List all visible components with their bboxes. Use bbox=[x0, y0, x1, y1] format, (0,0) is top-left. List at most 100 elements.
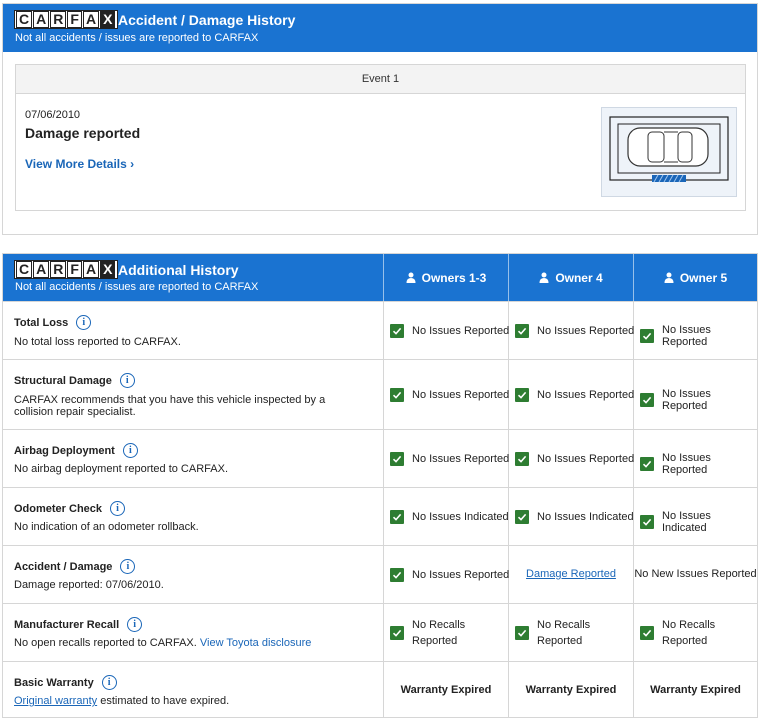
damage-diagram bbox=[601, 107, 737, 197]
toyota-disclosure-link[interactable]: View Toyota disclosure bbox=[200, 637, 312, 649]
info-icon[interactable]: i bbox=[110, 501, 126, 516]
logo-letter: X bbox=[100, 261, 116, 278]
status-text: No Issues Reported bbox=[412, 569, 510, 581]
owner-label: Owner 5 bbox=[679, 270, 728, 285]
status-text: No Issues Reported bbox=[537, 389, 635, 401]
status-cell: No New Issues Reported bbox=[634, 568, 757, 580]
status-text: No Issues Reported bbox=[537, 325, 635, 337]
logo-letter: A bbox=[33, 11, 50, 28]
status-text: No Issues Indicated bbox=[662, 510, 711, 534]
status-text: Warranty Expired bbox=[400, 684, 492, 696]
status-cell: Warranty Expired bbox=[634, 684, 757, 696]
status-text: No Issues Reported bbox=[412, 389, 510, 401]
owner-label: Owner 4 bbox=[555, 270, 603, 285]
additional-history-title: Additional History bbox=[118, 262, 239, 278]
status-text: No Issues Reported bbox=[662, 452, 711, 476]
row-title: Total Loss i bbox=[14, 315, 92, 330]
status-cell: No Issues Reported bbox=[640, 452, 757, 476]
owner-column-header: Owner 4 bbox=[509, 254, 633, 301]
additional-history-header: CARFAX Additional History Not all accide… bbox=[3, 254, 757, 301]
row-title-text: Total Loss bbox=[14, 316, 69, 329]
status-cell: Warranty Expired bbox=[384, 684, 508, 696]
info-icon[interactable]: i bbox=[122, 443, 138, 458]
row-description: No open recalls reported to CARFAX. View… bbox=[14, 637, 359, 649]
row-title-text: Airbag Deployment bbox=[14, 444, 115, 457]
damage-reported-link[interactable]: Damage Reported bbox=[526, 568, 616, 580]
check-icon bbox=[390, 568, 404, 582]
accident-history-title: Accident / Damage History bbox=[118, 12, 296, 28]
row-title: Manufacturer Recall i bbox=[14, 617, 143, 632]
check-icon bbox=[515, 324, 529, 338]
row-description-text: estimated to have expired. bbox=[100, 695, 230, 707]
logo-letter: C bbox=[16, 261, 33, 278]
row-description-text: No open recalls reported to CARFAX. bbox=[14, 637, 197, 649]
status-text: Warranty Expired bbox=[650, 684, 741, 696]
status-cell: No Issues Reported bbox=[390, 324, 509, 338]
status-cell: No Issues Reported bbox=[390, 388, 509, 402]
row-title: Basic Warranty i bbox=[14, 675, 117, 690]
event-date: 07/06/2010 bbox=[25, 109, 81, 121]
check-icon bbox=[515, 452, 529, 466]
info-icon[interactable]: i bbox=[119, 373, 135, 388]
logo-letter: R bbox=[50, 261, 67, 278]
additional-history-subtitle: Not all accidents / issues are reported … bbox=[15, 281, 259, 293]
person-icon bbox=[406, 272, 416, 283]
row-title: Odometer Check i bbox=[14, 501, 126, 516]
status-cell: No Issues Reported bbox=[515, 324, 634, 338]
status-cell: No Issues Reported bbox=[640, 324, 757, 348]
status-text: No Issues Indicated bbox=[537, 511, 634, 523]
status-text: No Recalls Reported bbox=[412, 619, 466, 647]
accident-history-header: CARFAX Accident / Damage History Not all… bbox=[3, 4, 757, 52]
event-header: Event 1 bbox=[16, 65, 745, 94]
status-cell: No Recalls Reported bbox=[515, 617, 607, 649]
additional-history-card: CARFAX Additional History Not all accide… bbox=[2, 253, 758, 718]
status-text: No Issues Reported bbox=[662, 324, 711, 348]
row-title-text: Manufacturer Recall bbox=[14, 618, 120, 631]
status-text: Warranty Expired bbox=[525, 684, 617, 696]
owner-column-header: Owner 5 bbox=[634, 254, 757, 301]
accident-history-subtitle: Not all accidents / issues are reported … bbox=[15, 32, 259, 44]
status-cell: Warranty Expired bbox=[509, 684, 633, 696]
row-title-text: Basic Warranty bbox=[14, 676, 94, 689]
owner-column-header: Owners 1-3 bbox=[384, 254, 508, 301]
table-row: Manufacturer Recall i No open recalls rep… bbox=[3, 603, 757, 661]
check-icon bbox=[515, 388, 529, 402]
logo-letter: C bbox=[16, 11, 33, 28]
info-icon[interactable]: i bbox=[127, 617, 143, 632]
row-description: No total loss reported to CARFAX. bbox=[14, 336, 181, 348]
table-row: Odometer Check i No indication of an odom… bbox=[3, 487, 757, 545]
row-description: Damage reported: 07/06/2010. bbox=[14, 579, 164, 591]
status-cell: No Issues Reported bbox=[515, 388, 634, 402]
info-icon[interactable]: i bbox=[101, 675, 117, 690]
logo-letter: F bbox=[67, 11, 82, 28]
logo-letter: R bbox=[50, 11, 67, 28]
check-icon bbox=[640, 515, 654, 529]
table-row: Accident / Damage i Damage reported: 07/0… bbox=[3, 545, 757, 603]
row-title-text: Structural Damage bbox=[14, 374, 112, 387]
row-description: CARFAX recommends that you have this veh… bbox=[14, 394, 326, 418]
car-damage-icon bbox=[609, 116, 729, 183]
view-more-details-link[interactable]: View More Details › bbox=[25, 157, 134, 171]
status-text: No Issues Reported bbox=[537, 453, 635, 465]
status-text: No Issues Reported bbox=[412, 453, 510, 465]
status-text: No Recalls Reported bbox=[662, 619, 716, 647]
logo-letter: X bbox=[100, 11, 116, 28]
status-text: No New Issues Reported bbox=[634, 568, 757, 580]
status-text: No Recalls Reported bbox=[537, 619, 591, 647]
status-text: No Issues Reported bbox=[662, 388, 711, 412]
logo-letter: F bbox=[67, 261, 82, 278]
person-icon bbox=[539, 272, 549, 283]
check-icon bbox=[515, 626, 529, 640]
logo-letter: A bbox=[33, 261, 50, 278]
accident-history-card: CARFAX Accident / Damage History Not all… bbox=[2, 3, 758, 235]
status-cell: No Issues Indicated bbox=[640, 510, 757, 534]
check-icon bbox=[390, 510, 404, 524]
event-box: Event 1 07/06/2010 Damage reported View … bbox=[15, 64, 746, 211]
info-icon[interactable]: i bbox=[76, 315, 92, 330]
status-cell: No Issues Indicated bbox=[515, 510, 634, 524]
info-icon[interactable]: i bbox=[120, 559, 136, 574]
original-warranty-link[interactable]: Original warranty bbox=[14, 695, 97, 707]
table-row: Structural Damage i CARFAX recommends tha… bbox=[3, 359, 757, 429]
row-title: Airbag Deployment i bbox=[14, 443, 138, 458]
carfax-logo: CARFAX bbox=[14, 10, 119, 29]
